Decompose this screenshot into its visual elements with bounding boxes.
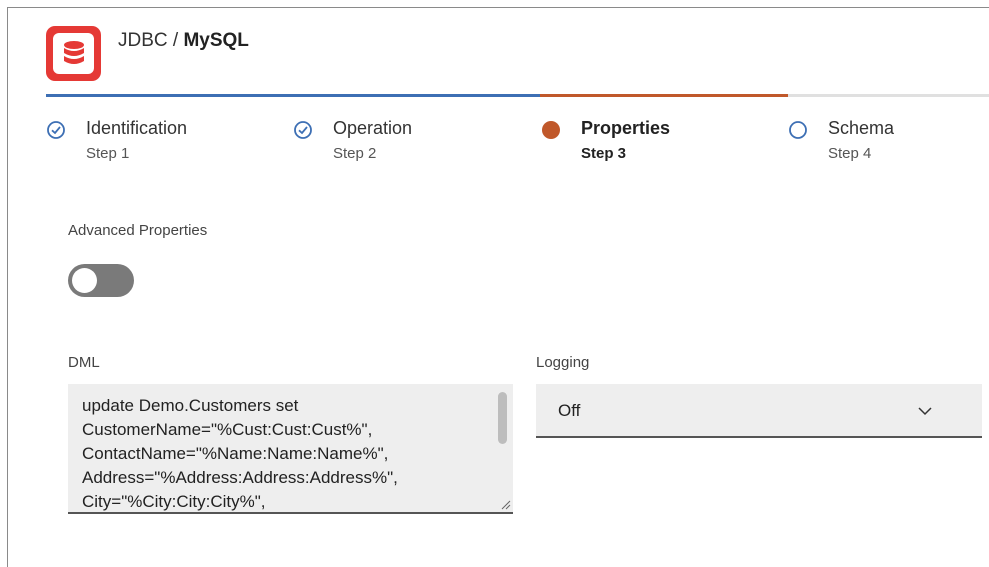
chevron-down-icon [918,407,932,416]
database-icon [46,26,101,81]
dml-text: update Demo.Customers set CustomerName="… [82,396,398,511]
progress-active-segment [540,94,788,97]
textarea-scrollbar[interactable] [498,392,507,444]
progress-complete-segment [46,94,540,97]
step-label: Operation [333,118,413,138]
filled-circle-icon [542,121,560,139]
step-number: Step 4 [828,145,872,162]
logging-select[interactable]: Off [536,384,982,438]
check-circle-icon [294,121,312,139]
step-label: Properties [581,118,671,138]
advanced-properties-toggle[interactable] [68,264,134,297]
step-label: Identification [86,118,188,138]
resize-handle-icon[interactable] [499,498,511,510]
step-number: Step 3 [581,145,627,162]
step-number: Step 1 [86,145,130,162]
check-circle-icon [47,121,65,139]
logging-label: Logging [536,354,590,371]
logging-selected-value: Off [558,401,581,420]
step-number: Step 2 [333,145,377,162]
step-progress-bar [46,94,989,97]
toggle-knob [72,268,97,293]
page-title: JDBC / MySQL [118,30,249,52]
advanced-properties-label: Advanced Properties [68,222,208,239]
step-label: Schema [828,118,895,138]
empty-circle-icon [789,121,807,139]
dml-label: DML [68,354,100,371]
title-prefix: JDBC / [118,30,184,51]
title-connector-name: MySQL [183,30,249,51]
dml-textarea[interactable]: update Demo.Customers set CustomerName="… [68,384,513,514]
